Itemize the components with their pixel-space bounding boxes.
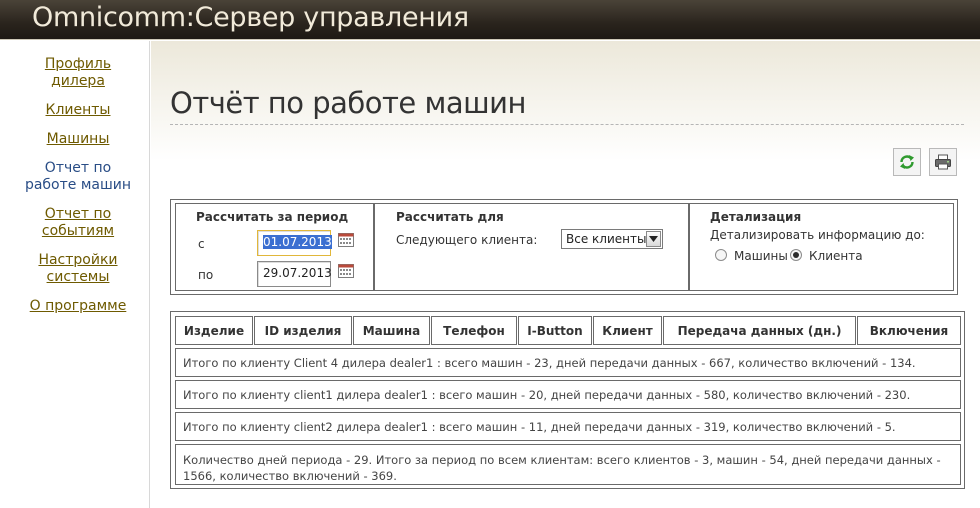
sidebar-item-label[interactable]: Отчет по событиям bbox=[38, 206, 118, 240]
detail-heading: Детализация bbox=[710, 210, 802, 224]
client-select[interactable]: Все клиенты bbox=[561, 229, 663, 249]
calendar-icon[interactable] bbox=[338, 232, 354, 247]
column-header-client: Клиент bbox=[593, 316, 662, 345]
date-from-value: 01.07.2013 bbox=[263, 235, 332, 249]
column-header-product-id: ID изделия bbox=[254, 316, 352, 345]
sidebar-item-clients[interactable]: Клиенты bbox=[8, 102, 148, 119]
report-parameters-panel: Рассчитать за период с 01.07.2013 по 29.… bbox=[170, 199, 958, 295]
table-row: Итого по клиенту client2 дилера dealer1 … bbox=[175, 412, 961, 441]
client-select-value: Все клиенты bbox=[566, 232, 647, 246]
print-icon bbox=[935, 154, 951, 170]
period-section: Рассчитать за период с 01.07.2013 по 29.… bbox=[175, 203, 374, 291]
radio-machines[interactable] bbox=[715, 249, 727, 261]
sidebar-item-machine-report[interactable]: Отчет по работе машин bbox=[8, 160, 148, 194]
column-header-switch-ons: Включения bbox=[857, 316, 961, 345]
sidebar-item-label[interactable]: Настройки системы bbox=[38, 252, 118, 286]
date-to-field[interactable]: 29.07.2013 bbox=[257, 261, 332, 287]
period-heading: Рассчитать за период bbox=[196, 210, 349, 224]
sidebar-item-label[interactable]: О программе bbox=[30, 298, 127, 314]
table-row-total: Количество дней периода - 29. Итого за п… bbox=[175, 444, 961, 485]
column-header-product: Изделие bbox=[175, 316, 253, 345]
sidebar-item-label[interactable]: Отчет по работе машин bbox=[23, 160, 133, 194]
to-label: по bbox=[198, 268, 214, 282]
date-from-field[interactable]: 01.07.2013 bbox=[257, 230, 332, 256]
top-header-bar: Omnicomm:Сервер управления bbox=[0, 0, 980, 40]
report-table: Изделие ID изделия Машина Телефон I-Butt… bbox=[170, 311, 965, 489]
column-header-phone: Телефон bbox=[431, 316, 517, 345]
refresh-icon bbox=[900, 155, 914, 169]
sidebar-item-about[interactable]: О программе bbox=[8, 298, 148, 315]
calc-for-section: Рассчитать для Следующего клиента: Все к… bbox=[374, 203, 689, 291]
calendar-icon[interactable] bbox=[338, 263, 354, 278]
column-header-machine: Машина bbox=[353, 316, 430, 345]
refresh-button[interactable] bbox=[893, 148, 921, 176]
sidebar-item-label[interactable]: Машины bbox=[47, 131, 110, 147]
radio-machines-label[interactable]: Машины bbox=[734, 249, 788, 263]
date-to-value: 29.07.2013 bbox=[263, 266, 332, 280]
column-header-ibutton: I-Button bbox=[518, 316, 592, 345]
from-label: с bbox=[198, 237, 205, 251]
sidebar-item-machines[interactable]: Машины bbox=[8, 131, 148, 148]
column-header-data-transfer: Передача данных (дн.) bbox=[663, 316, 856, 345]
title-divider bbox=[170, 124, 964, 125]
sidebar-item-label[interactable]: Клиенты bbox=[46, 102, 111, 118]
table-row: Итого по клиенту client1 дилера dealer1 … bbox=[175, 380, 961, 409]
print-button[interactable] bbox=[929, 148, 957, 176]
table-row: Итого по клиенту Client 4 дилера dealer1… bbox=[175, 348, 961, 377]
sidebar-item-dealer-profile[interactable]: Профиль дилера bbox=[8, 56, 148, 90]
radio-client[interactable] bbox=[790, 249, 802, 261]
app-title: Omnicomm:Сервер управления bbox=[32, 2, 469, 33]
calc-for-heading: Рассчитать для bbox=[396, 210, 504, 224]
detail-section: Детализация Детализировать информацию до… bbox=[689, 203, 954, 291]
sidebar-item-system-settings[interactable]: Настройки системы bbox=[8, 252, 148, 286]
chevron-down-icon[interactable] bbox=[646, 231, 661, 247]
detail-label: Детализировать информацию до: bbox=[710, 228, 925, 242]
sidebar-item-label[interactable]: Профиль дилера bbox=[43, 56, 113, 90]
sidebar: Профиль дилера Клиенты Машины Отчет по р… bbox=[0, 41, 150, 508]
sidebar-item-event-report[interactable]: Отчет по событиям bbox=[8, 206, 148, 240]
client-label: Следующего клиента: bbox=[396, 233, 538, 247]
page-title: Отчёт по работе машин bbox=[170, 86, 526, 120]
radio-client-label[interactable]: Клиента bbox=[809, 249, 863, 263]
